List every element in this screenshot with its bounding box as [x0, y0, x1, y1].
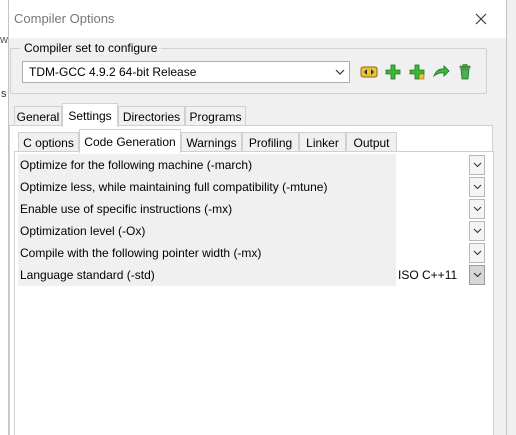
tab-warnings[interactable]: Warnings: [181, 132, 242, 153]
chevron-down-icon: [331, 62, 349, 82]
option-row-pointer-width: Compile with the following pointer width…: [18, 242, 488, 264]
tab-programs[interactable]: Programs: [185, 106, 246, 127]
option-label: Language standard (-std): [18, 264, 396, 286]
rename-compiler-set-button[interactable]: [431, 62, 451, 82]
option-value[interactable]: ISO C++11: [398, 264, 468, 286]
compiler-set-group-label: Compiler set to configure: [20, 41, 162, 55]
option-dropdown-button[interactable]: [469, 243, 485, 263]
option-dropdown-button[interactable]: [469, 177, 485, 197]
compiler-set-value: TDM-GCC 4.9.2 64-bit Release: [29, 65, 197, 79]
chevron-down-icon: [473, 250, 481, 256]
find-compilers-button[interactable]: [359, 62, 379, 82]
option-value[interactable]: [398, 154, 468, 176]
title-bar: Compiler Options: [9, 0, 506, 38]
option-dropdown-button[interactable]: [469, 221, 485, 241]
option-dropdown-button[interactable]: [469, 155, 485, 175]
add-compiler-set-button[interactable]: [383, 62, 403, 82]
tab-output[interactable]: Output: [346, 132, 397, 153]
option-label: Enable use of specific instructions (-mx…: [18, 198, 396, 220]
option-value[interactable]: [398, 220, 468, 242]
tab-c-options[interactable]: C options: [18, 132, 79, 153]
plus-icon: [385, 64, 401, 80]
plus-icon: [409, 64, 425, 80]
option-row-language-standard: Language standard (-std) ISO C++11: [18, 264, 488, 286]
option-value[interactable]: [398, 198, 468, 220]
option-label: Optimize for the following machine (-mar…: [18, 154, 396, 176]
background-text: w: [0, 34, 8, 46]
add-empty-compiler-set-button[interactable]: [407, 62, 427, 82]
close-button[interactable]: [464, 7, 498, 31]
option-label: Compile with the following pointer width…: [18, 242, 396, 264]
chevron-down-icon: [473, 228, 481, 234]
option-dropdown-button[interactable]: [469, 199, 485, 219]
tab-linker[interactable]: Linker: [299, 132, 346, 153]
find-compilers-icon: [360, 66, 378, 78]
option-value[interactable]: [398, 176, 468, 198]
option-label: Optimization level (-Ox): [18, 220, 396, 242]
tab-settings[interactable]: Settings: [62, 103, 118, 127]
chevron-down-icon: [473, 206, 481, 212]
background-text: s: [1, 88, 7, 100]
option-row-mtune: Optimize less, while maintaining full co…: [18, 176, 488, 198]
tab-directories[interactable]: Directories: [118, 106, 185, 127]
tab-profiling[interactable]: Profiling: [242, 132, 299, 153]
chevron-down-icon: [473, 184, 481, 190]
option-row-march: Optimize for the following machine (-mar…: [18, 154, 488, 176]
chevron-down-icon: [473, 162, 481, 168]
compiler-set-select[interactable]: TDM-GCC 4.9.2 64-bit Release: [22, 61, 350, 83]
close-icon: [475, 13, 487, 25]
tab-code-generation[interactable]: Code Generation: [79, 129, 181, 153]
window-title: Compiler Options: [14, 11, 115, 26]
trash-icon: [459, 64, 471, 80]
chevron-down-icon: [473, 272, 481, 278]
option-row-optimization-level: Optimization level (-Ox): [18, 220, 488, 242]
option-dropdown-button[interactable]: [469, 265, 485, 285]
tab-general[interactable]: General: [14, 106, 62, 127]
rename-arrow-icon: [433, 65, 450, 78]
option-label: Optimize less, while maintaining full co…: [18, 176, 396, 198]
delete-compiler-set-button[interactable]: [455, 62, 475, 82]
option-value[interactable]: [398, 242, 468, 264]
option-row-instructions: Enable use of specific instructions (-mx…: [18, 198, 488, 220]
